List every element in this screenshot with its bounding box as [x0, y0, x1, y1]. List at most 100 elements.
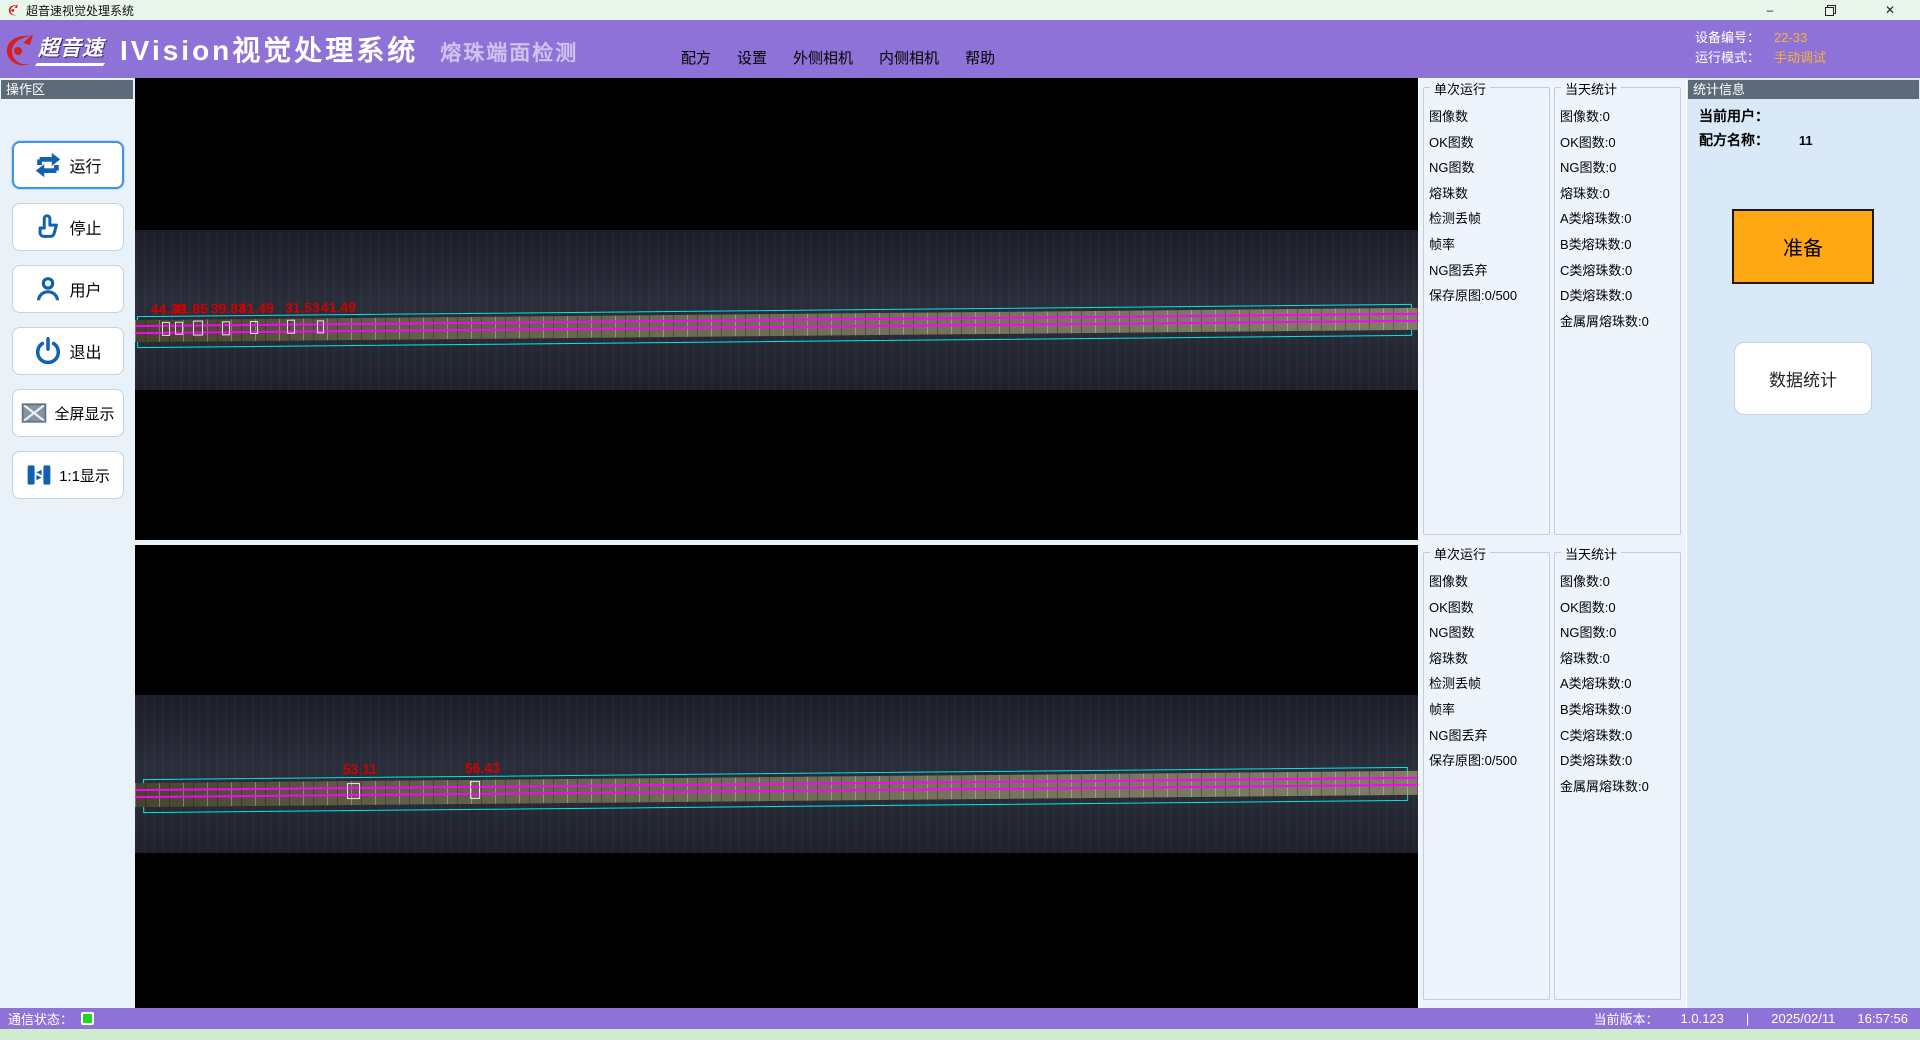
window-title: 超音速视觉处理系统	[26, 2, 134, 19]
single-run-group: 单次运行 图像数 OK图数 NG图数 熔珠数 检测丢帧 帧率 NG图丢弃 保存原…	[1423, 87, 1550, 535]
fullscreen-button[interactable]: 全屏显示	[12, 389, 124, 437]
brand-name: 超音速	[36, 32, 110, 66]
application-window: 超音速视觉处理系统 – ✕ 超音速 IVision视觉处理系统 熔珠端面检测 配…	[0, 0, 1920, 1040]
one-to-one-icon	[25, 461, 53, 489]
app-logo-icon	[6, 3, 20, 17]
stat-row: 图像数:0	[1560, 104, 1680, 130]
ready-button[interactable]: 准备	[1732, 209, 1874, 284]
defect-box	[347, 783, 360, 799]
daily-stats-group: 当天统计 图像数:0 OK图数:0 NG图数:0 熔珠数:0 A类熔珠数:0 B…	[1554, 552, 1681, 1000]
measurement-label: 31.53	[285, 299, 320, 315]
user-button[interactable]: 用户	[12, 265, 124, 313]
stat-row: OK图数:0	[1560, 130, 1680, 156]
recipe-name-value: 11	[1799, 133, 1813, 148]
status-time: 16:57:56	[1857, 1011, 1908, 1026]
user-button-label: 用户	[69, 277, 101, 301]
app-header: 超音速 IVision视觉处理系统 熔珠端面检测 配方 设置 外侧相机 内侧相机…	[0, 20, 1920, 78]
close-button[interactable]: ✕	[1860, 0, 1920, 20]
fullscreen-icon	[20, 399, 48, 427]
stat-row: 金属屑熔珠数:0	[1560, 774, 1680, 800]
menu-item-outer-camera[interactable]: 外侧相机	[780, 43, 866, 72]
menu-item-settings[interactable]: 设置	[724, 43, 780, 72]
run-button[interactable]: 运行	[12, 141, 124, 189]
stop-button-label: 停止	[69, 215, 101, 239]
comm-status: 通信状态：	[0, 1009, 94, 1028]
device-id-label: 设备编号：	[1695, 28, 1760, 48]
stat-row: 保存原图:0/500	[1429, 283, 1549, 309]
brand-logo-icon	[2, 30, 36, 70]
defect-box	[287, 320, 295, 334]
one-to-one-button-label: 1:1显示	[59, 465, 110, 486]
main-menu: 配方 设置 外侧相机 内侧相机 帮助	[668, 43, 1008, 72]
outer-camera-view: 44.39 41.85 39.83 41.49 31.53 41.49	[135, 78, 1418, 540]
run-button-label: 运行	[69, 153, 101, 177]
stats-section-outer: 单次运行 图像数 OK图数 NG图数 熔珠数 检测丢帧 帧率 NG图丢弃 保存原…	[1419, 78, 1686, 543]
defect-box	[470, 781, 480, 799]
menu-item-inner-camera[interactable]: 内侧相机	[866, 43, 952, 72]
status-right: 当前版本： 1.0.123 | 2025/02/11 16:57:56	[1572, 1009, 1909, 1028]
stat-row: 保存原图:0/500	[1429, 748, 1549, 774]
stat-row: 熔珠数	[1429, 646, 1549, 672]
stat-row: NG图丢弃	[1429, 258, 1549, 284]
main-area: 操作区 运行	[0, 78, 1920, 1008]
stat-row: 检测丢帧	[1429, 206, 1549, 232]
comm-status-indicator	[81, 1012, 94, 1025]
minimize-icon: –	[1767, 3, 1774, 17]
stat-row: 熔珠数:0	[1560, 181, 1680, 207]
stats-section-inner: 单次运行 图像数 OK图数 NG图数 熔珠数 检测丢帧 帧率 NG图丢弃 保存原…	[1419, 543, 1686, 1008]
stat-row: 帧率	[1429, 232, 1549, 258]
menu-item-help[interactable]: 帮助	[952, 43, 1008, 72]
statistics-column: 单次运行 图像数 OK图数 NG图数 熔珠数 检测丢帧 帧率 NG图丢弃 保存原…	[1418, 78, 1686, 1008]
stat-row: 金属屑熔珠数:0	[1560, 309, 1680, 335]
exit-button-label: 退出	[69, 339, 101, 363]
stat-row: NG图数:0	[1560, 620, 1680, 646]
measurement-label: 41.49	[321, 299, 356, 315]
brand: 超音速	[0, 28, 110, 70]
stat-row: D类熔珠数:0	[1560, 748, 1680, 774]
daily-stats-group: 当天统计 图像数:0 OK图数:0 NG图数:0 熔珠数:0 A类熔珠数:0 B…	[1554, 87, 1681, 535]
stat-row: 熔珠数	[1429, 181, 1549, 207]
single-run-title: 单次运行	[1430, 544, 1490, 563]
single-run-title: 单次运行	[1430, 79, 1490, 98]
stat-row: OK图数	[1429, 595, 1549, 621]
defect-box	[162, 322, 170, 336]
close-icon: ✕	[1885, 3, 1895, 17]
fullscreen-button-label: 全屏显示	[54, 403, 114, 424]
stop-button[interactable]: 停止	[12, 203, 124, 251]
exit-button[interactable]: 退出	[12, 327, 124, 375]
stat-row: A类熔珠数:0	[1560, 206, 1680, 232]
stat-row: 检测丢帧	[1429, 671, 1549, 697]
status-date: 2025/02/11	[1771, 1011, 1835, 1026]
device-info: 设备编号： 22-33 运行模式： 手动调试	[1695, 28, 1844, 68]
stat-row: NG图数:0	[1560, 155, 1680, 181]
restore-button[interactable]	[1800, 0, 1860, 20]
one-to-one-button[interactable]: 1:1显示	[12, 451, 124, 499]
stat-row: OK图数:0	[1560, 595, 1680, 621]
stat-row: NG图数	[1429, 155, 1549, 181]
daily-stats-title: 当天统计	[1561, 544, 1621, 563]
run-mode-label: 运行模式：	[1695, 48, 1760, 68]
data-statistics-button[interactable]: 数据统计	[1734, 342, 1872, 415]
stat-row: B类熔珠数:0	[1560, 697, 1680, 723]
app-title: IVision视觉处理系统	[120, 29, 418, 69]
operation-sidebar: 操作区 运行	[0, 78, 135, 1008]
recipe-name-label: 配方名称：	[1699, 132, 1769, 148]
power-icon	[33, 336, 63, 366]
minimize-button[interactable]: –	[1740, 0, 1800, 20]
os-titlebar: 超音速视觉处理系统 – ✕	[0, 0, 1920, 20]
measurement-label: 53.11	[343, 761, 377, 777]
defect-box	[222, 321, 230, 335]
restore-icon	[1825, 5, 1835, 15]
menu-item-recipe[interactable]: 配方	[668, 43, 724, 72]
stat-row: C类熔珠数:0	[1560, 723, 1680, 749]
stat-row: NG图丢弃	[1429, 723, 1549, 749]
device-id-value: 22-33	[1774, 28, 1844, 48]
statistics-info-panel: 统计信息 当前用户： 配方名称： 11 准备 数据统计	[1686, 78, 1920, 1008]
inner-camera-view: 53.11 56.43	[135, 545, 1418, 1008]
user-icon	[33, 274, 63, 304]
stat-row: OK图数	[1429, 130, 1549, 156]
sync-icon	[33, 150, 63, 180]
stat-row: 熔珠数:0	[1560, 646, 1680, 672]
stat-row: C类熔珠数:0	[1560, 258, 1680, 284]
stat-row: 图像数	[1429, 104, 1549, 130]
